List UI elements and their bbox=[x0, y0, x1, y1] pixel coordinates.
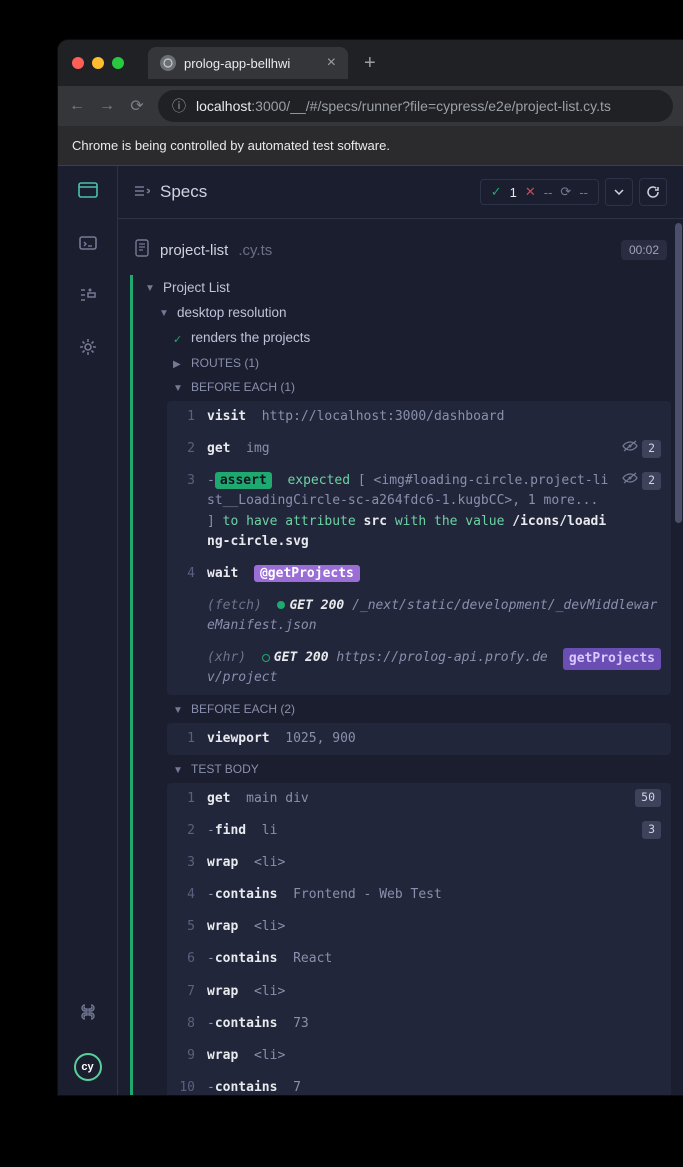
url-text: localhost:3000/__/#/specs/runner?file=cy… bbox=[196, 98, 611, 114]
pass-count: 1 bbox=[510, 185, 517, 200]
eye-slash-icon bbox=[622, 439, 638, 459]
xhr-row[interactable]: (xhr) GET 200 https://prolog-api.profy.d… bbox=[167, 642, 671, 694]
before-each-1-section[interactable]: ▼ BEFORE EACH (1) bbox=[137, 375, 671, 399]
chevron-down-icon: ▼ bbox=[173, 383, 183, 394]
forward-button[interactable]: → bbox=[98, 97, 116, 115]
cmd-row[interactable]: 4 wait @getProjects bbox=[167, 558, 671, 590]
new-tab-button[interactable]: + bbox=[358, 52, 382, 75]
cmd-row[interactable]: 7wrap <li> bbox=[167, 976, 671, 1008]
address-bar[interactable]: ⓘ localhost:3000/__/#/specs/runner?file=… bbox=[158, 90, 673, 122]
status-dot-icon bbox=[277, 601, 285, 609]
maximize-window-icon[interactable] bbox=[112, 57, 124, 69]
chevron-down-icon: ▼ bbox=[145, 283, 155, 294]
cmd-row[interactable]: 4-contains Frontend - Web Test bbox=[167, 879, 671, 911]
element-count: 3 bbox=[642, 821, 661, 839]
dom-snapshot-indicator[interactable]: 2 bbox=[622, 439, 661, 459]
test-stats: ✓ 1 ✕ -- ⟳ -- bbox=[480, 179, 599, 205]
command-log-be1: 1 visit http://localhost:3000/dashboard … bbox=[167, 401, 671, 695]
cmd-row[interactable]: 2 get img 2 bbox=[167, 433, 671, 465]
restart-button[interactable] bbox=[639, 178, 667, 206]
chevron-down-icon: ▼ bbox=[159, 308, 169, 319]
cmd-row[interactable]: 9wrap <li> bbox=[167, 1040, 671, 1072]
cmd-row[interactable]: 1 visit http://localhost:3000/dashboard bbox=[167, 401, 671, 433]
fail-x-icon: ✕ bbox=[525, 184, 536, 200]
before-each-1-label: BEFORE EACH (1) bbox=[191, 380, 295, 394]
cmd-row[interactable]: 2-find li3 bbox=[167, 815, 671, 847]
browser-tabbar: prolog-app-bellhwi × + bbox=[58, 40, 683, 86]
chevron-right-icon: ▶ bbox=[173, 359, 183, 370]
test-body-label: TEST BODY bbox=[191, 762, 259, 776]
test-row[interactable]: ✓ renders the projects bbox=[137, 325, 671, 351]
file-ext: .cy.ts bbox=[238, 242, 272, 259]
routes-section[interactable]: ▶ ROUTES (1) bbox=[137, 351, 671, 375]
scrollbar[interactable] bbox=[674, 219, 683, 1095]
site-info-icon[interactable]: ⓘ bbox=[172, 96, 186, 116]
file-icon bbox=[134, 239, 150, 261]
fail-count: -- bbox=[544, 185, 553, 200]
before-each-2-label: BEFORE EACH (2) bbox=[191, 702, 295, 716]
cmd-row[interactable]: 8-contains 73 bbox=[167, 1008, 671, 1040]
file-name: project-list bbox=[160, 242, 228, 259]
automation-banner: Chrome is being controlled by automated … bbox=[58, 126, 683, 166]
suite-name: Project List bbox=[163, 280, 230, 295]
test-tree: ▼ Project List ▼ desktop resolution ✓ re… bbox=[130, 275, 671, 1095]
run-time: 00:02 bbox=[621, 240, 667, 260]
keyboard-shortcuts-icon[interactable] bbox=[77, 1001, 99, 1023]
before-each-2-section[interactable]: ▼ BEFORE EACH (2) bbox=[137, 697, 671, 721]
element-count: 50 bbox=[635, 789, 661, 807]
runner-panel: Specs ✓ 1 ✕ -- ⟳ -- bbox=[118, 166, 683, 1095]
alias-badge: getProjects bbox=[563, 648, 661, 670]
cypress-app: cy Specs ✓ 1 ✕ -- ⟳ -- bbox=[58, 166, 683, 1095]
pending-count: -- bbox=[579, 185, 588, 200]
fetch-row[interactable]: (fetch) GET 200 /_next/static/developmen… bbox=[167, 590, 671, 642]
test-name: renders the projects bbox=[191, 330, 310, 345]
cmd-row[interactable]: 1get main div50 bbox=[167, 783, 671, 815]
chevron-down-icon: ▼ bbox=[173, 765, 183, 776]
context-name: desktop resolution bbox=[177, 305, 287, 320]
test-body-section[interactable]: ▼ TEST BODY bbox=[137, 757, 671, 781]
specs-header: Specs ✓ 1 ✕ -- ⟳ -- bbox=[118, 166, 683, 219]
reporter-panel[interactable]: project-list .cy.ts 00:02 ▼ Project List … bbox=[118, 219, 683, 1095]
chevron-down-icon: ▼ bbox=[173, 705, 183, 716]
cmd-row[interactable]: 1 viewport 1025, 900 bbox=[167, 723, 671, 755]
cypress-favicon-icon bbox=[160, 55, 176, 71]
status-ring-icon bbox=[262, 654, 270, 662]
runs-nav-icon[interactable] bbox=[77, 232, 99, 254]
specs-title: Specs bbox=[160, 182, 207, 202]
browser-toolbar: ← → ⟳ ⓘ localhost:3000/__/#/specs/runner… bbox=[58, 86, 683, 126]
context-row[interactable]: ▼ desktop resolution bbox=[137, 300, 671, 325]
sidebar-nav: cy bbox=[58, 166, 118, 1095]
settings-nav-icon[interactable] bbox=[77, 336, 99, 358]
tab-title: prolog-app-bellhwi bbox=[184, 56, 290, 71]
cmd-row[interactable]: 10-contains 7 bbox=[167, 1072, 671, 1095]
command-log-body: 1get main div502-find li33wrap <li>4-con… bbox=[167, 783, 671, 1095]
cmd-row[interactable]: 3wrap <li> bbox=[167, 847, 671, 879]
eye-slash-icon bbox=[622, 471, 638, 491]
tab-prolog-app[interactable]: prolog-app-bellhwi × bbox=[148, 47, 348, 79]
check-icon: ✓ bbox=[173, 333, 183, 346]
specs-nav-icon[interactable] bbox=[77, 180, 99, 202]
close-window-icon[interactable] bbox=[72, 57, 84, 69]
close-tab-icon[interactable]: × bbox=[327, 54, 336, 72]
dom-snapshot-indicator[interactable]: 2 bbox=[622, 471, 661, 491]
cmd-row[interactable]: 5wrap <li> bbox=[167, 911, 671, 943]
back-button[interactable]: ← bbox=[68, 97, 86, 115]
pending-icon: ⟳ bbox=[560, 184, 571, 200]
browser-window: prolog-app-bellhwi × + ← → ⟳ ⓘ localhost… bbox=[58, 40, 683, 1095]
spec-file-row[interactable]: project-list .cy.ts 00:02 bbox=[130, 233, 671, 275]
pass-check-icon: ✓ bbox=[491, 184, 502, 200]
suite-row[interactable]: ▼ Project List bbox=[137, 275, 671, 300]
routes-label: ROUTES (1) bbox=[191, 356, 259, 370]
minimize-window-icon[interactable] bbox=[92, 57, 104, 69]
window-controls bbox=[72, 57, 124, 69]
command-log-be2: 1 viewport 1025, 900 bbox=[167, 723, 671, 755]
cypress-logo-icon[interactable]: cy bbox=[74, 1053, 102, 1081]
specs-header-icon bbox=[134, 184, 150, 201]
cmd-row[interactable]: 6-contains React bbox=[167, 943, 671, 975]
cmd-row-assert[interactable]: 3 -assert expected [ <img#loading-circle… bbox=[167, 465, 671, 558]
reload-button[interactable]: ⟳ bbox=[128, 96, 146, 116]
debug-nav-icon[interactable] bbox=[77, 284, 99, 306]
run-options-dropdown[interactable] bbox=[605, 178, 633, 206]
